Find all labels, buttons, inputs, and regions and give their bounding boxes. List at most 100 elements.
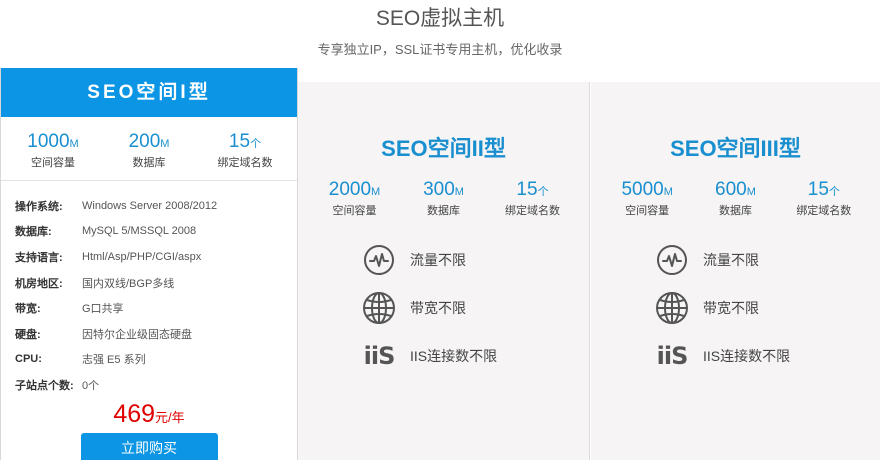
globe-icon [655,291,689,325]
plan-title: SEO空间I型 [1,68,297,117]
stat-value: 1000 [27,131,70,152]
spec-value: 0个 [82,379,100,392]
divider [1,180,297,181]
feature-label: 带宽不限 [703,300,759,316]
spec-value: Html/Asp/PHP/CGI/aspx [82,250,202,263]
feature-label: 流量不限 [410,252,466,268]
stat-unit: M [160,138,170,150]
stat-label: 空间容量 [332,205,377,217]
price-value: 469 [113,399,156,428]
spec-value: 国内双线/BGP多线 [82,277,175,290]
page-subtitle: 专享独立IP，SSL证书专用主机，优化收录 [317,42,563,57]
feature-list: 流量不限 带宽不限 iiS IIS连接数不限 [298,236,589,380]
spec-value: 志强 E5 系列 [82,354,146,367]
stat-label: 绑定域名数 [217,157,273,169]
feature-bandwidth: 带宽不限 [655,284,880,332]
stat-domains: 15个 绑定域名数 [488,179,577,218]
spec-row-languages: 支持语言: Html/Asp/PHP/CGI/aspx [1,244,297,270]
feature-label: IIS连接数不限 [410,348,498,364]
spec-row-disk: 硬盘: 因特尔企业级固态硬盘 [1,321,297,347]
stat-label: 数据库 [427,205,460,217]
plan-stats: 5000M 空间容量 600M 数据库 15个 绑定域名数 [591,179,880,218]
stat-label: 数据库 [718,205,752,217]
spec-value: Windows Server 2008/2012 [82,199,218,212]
stat-unit: M [663,186,673,198]
spec-row-subsites: 子站点个数: 0个 [1,372,297,398]
stat-label: 数据库 [132,157,166,169]
stat-space: 2000M 空间容量 [310,179,399,218]
spec-key: 操作系统: [15,200,63,213]
feature-iis: iiS IIS连接数不限 [362,332,589,380]
spec-key: 硬盘: [15,328,41,341]
price: 469元/年 [1,399,297,428]
feature-iis: iiS IIS连接数不限 [655,332,880,380]
spec-row-database: 数据库: MySQL 5/MSSQL 2008 [1,219,297,245]
feature-label: 带宽不限 [410,300,466,316]
buy-now-button[interactable]: 立即购买 [80,432,218,460]
iis-icon-text: iiS [363,342,396,370]
pulse-icon [362,243,396,277]
spec-row-bandwidth: 带宽: G口共享 [1,295,297,321]
stat-unit: 个 [828,186,840,198]
spec-key: 子站点个数: [15,379,74,392]
stat-unit: 个 [250,138,262,150]
feature-label: 流量不限 [703,252,759,268]
stat-unit: 个 [537,186,549,198]
spec-row-cpu: CPU: 志强 E5 系列 [1,347,297,373]
plan-title: SEO空间III型 [670,136,801,161]
stat-label: 绑定域名数 [505,205,560,217]
feature-bandwidth: 带宽不限 [362,284,589,332]
stat-database: 200M 数据库 [104,131,194,170]
stat-value: 15 [807,179,829,200]
spec-key: 机房地区: [15,277,63,290]
stat-unit: M [69,138,79,150]
spec-list: 操作系统: Windows Server 2008/2012 数据库: MySQL … [1,193,297,398]
stat-value: 200 [128,131,161,152]
page-title: SEO虚拟主机 [375,7,505,30]
plan-title: SEO空间II型 [381,136,506,161]
plan-stats: 2000M 空间容量 300M 数据库 15个 绑定域名数 [298,179,589,218]
stat-unit: M [454,186,464,198]
iis-icon: iiS [362,339,396,373]
plan-card-seo-3: SEO空间III型 5000M 空间容量 600M 数据库 15个 绑定域名数 … [591,82,880,460]
stat-value: 15 [228,131,251,152]
plan-card-seo-1: SEO空间I型 1000M 空间容量 200M 数据库 15个 绑定域名数 操作… [0,68,298,460]
stat-unit: M [746,186,756,198]
spec-key: 数据库: [15,226,52,239]
globe-icon [362,291,396,325]
stat-label: 空间容量 [625,205,670,217]
stat-space: 1000M 空间容量 [8,131,98,170]
spec-key: 带宽: [15,303,41,316]
stat-space: 5000M 空间容量 [603,179,691,218]
plan-stats: 1000M 空间容量 200M 数据库 15个 绑定域名数 [1,131,297,170]
spec-row-datacenter: 机房地区: 国内双线/BGP多线 [1,270,297,296]
spec-value: G口共享 [82,303,124,316]
plans-container: SEO空间I型 1000M 空间容量 200M 数据库 15个 绑定域名数 操作… [0,68,880,460]
stat-domains: 15个 绑定域名数 [780,179,868,218]
stat-database: 300M 数据库 [399,179,488,218]
stat-label: 空间容量 [31,157,75,169]
spec-value: 因特尔企业级固态硬盘 [82,328,192,341]
feature-traffic: 流量不限 [362,236,589,284]
stat-value: 15 [516,179,538,200]
stat-value: 300 [423,179,455,200]
spec-value: MySQL 5/MSSQL 2008 [82,225,197,238]
stat-label: 绑定域名数 [796,205,852,217]
plan-card-seo-2: SEO空间II型 2000M 空间容量 300M 数据库 15个 绑定域名数 流… [298,82,590,460]
iis-icon-text: iiS [656,342,689,370]
price-unit: 元/年 [155,409,185,425]
stat-value: 2000 [328,179,372,200]
feature-label: IIS连接数不限 [703,348,791,364]
spec-key: 支持语言: [15,251,63,264]
stat-domains: 15个 绑定域名数 [200,131,290,170]
spec-key: CPU: [15,353,42,366]
feature-list: 流量不限 带宽不限 iiS IIS连接数不限 [591,236,880,380]
stat-unit: M [371,186,381,198]
spec-row-os: 操作系统: Windows Server 2008/2012 [1,193,297,219]
iis-icon: iiS [655,339,689,373]
stat-value: 5000 [621,179,664,200]
stat-value: 600 [715,179,747,200]
stat-database: 600M 数据库 [691,179,779,218]
pulse-icon [655,243,689,277]
feature-traffic: 流量不限 [655,236,880,284]
